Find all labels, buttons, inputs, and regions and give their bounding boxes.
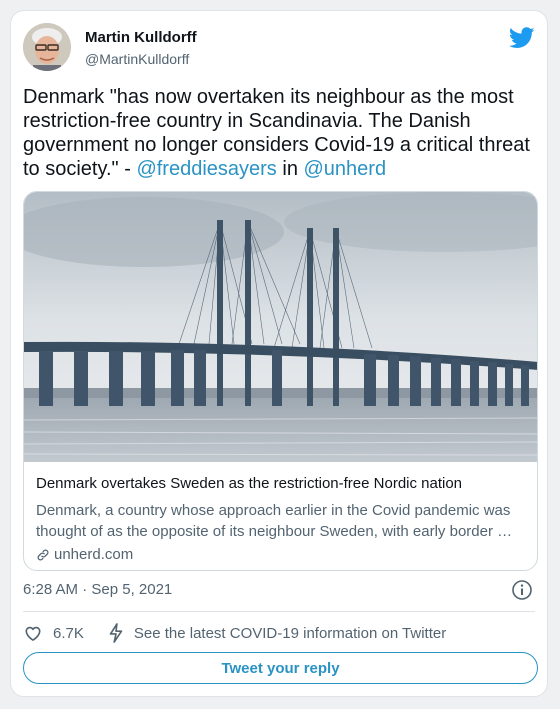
like-button[interactable]: 6.7K — [23, 623, 84, 643]
tweet-text: Denmark "has now overtaken its neighbour… — [23, 85, 533, 181]
covid-info-link[interactable]: See the latest COVID-19 information on T… — [108, 623, 446, 643]
bridge-image — [24, 192, 537, 462]
tweet-timestamp[interactable]: 6:28 AM · Sep 5, 2021 — [23, 581, 172, 598]
info-icon[interactable] — [511, 579, 533, 601]
author-name[interactable]: Martin Kulldorff — [85, 29, 197, 46]
link-domain-row: unherd.com — [36, 545, 525, 565]
link-meta: Denmark overtakes Sweden as the restrict… — [36, 474, 525, 565]
link-title[interactable]: Denmark overtakes Sweden as the restrict… — [36, 474, 525, 494]
link-preview-card[interactable]: Denmark overtakes Sweden as the restrict… — [23, 191, 538, 571]
tweet-reply-button[interactable]: Tweet your reply — [23, 652, 538, 684]
covid-info-text: See the latest COVID-19 information on T… — [133, 624, 447, 642]
lightning-icon — [109, 623, 123, 643]
divider — [23, 611, 535, 612]
tweet-header: Martin Kulldorff @MartinKulldorff — [23, 23, 535, 75]
twitter-bird-icon[interactable] — [508, 27, 535, 49]
link-icon — [37, 549, 49, 561]
link-description: Denmark, a country whose approach earlie… — [36, 502, 513, 540]
tweet-card: Martin Kulldorff @MartinKulldorff Denmar… — [10, 10, 548, 697]
tweet-text-connector: in — [276, 158, 304, 180]
avatar[interactable] — [23, 23, 71, 71]
action-bar: 6.7K See the latest COVID-19 information… — [23, 621, 535, 645]
mention-link-unherd[interactable]: @unherd — [304, 158, 387, 180]
author-handle[interactable]: @MartinKulldorff — [85, 51, 189, 67]
like-count: 6.7K — [53, 624, 84, 642]
link-domain: unherd.com — [54, 546, 134, 563]
mention-link-freddiesayers[interactable]: @freddiesayers — [136, 158, 276, 180]
heart-icon — [25, 626, 41, 641]
